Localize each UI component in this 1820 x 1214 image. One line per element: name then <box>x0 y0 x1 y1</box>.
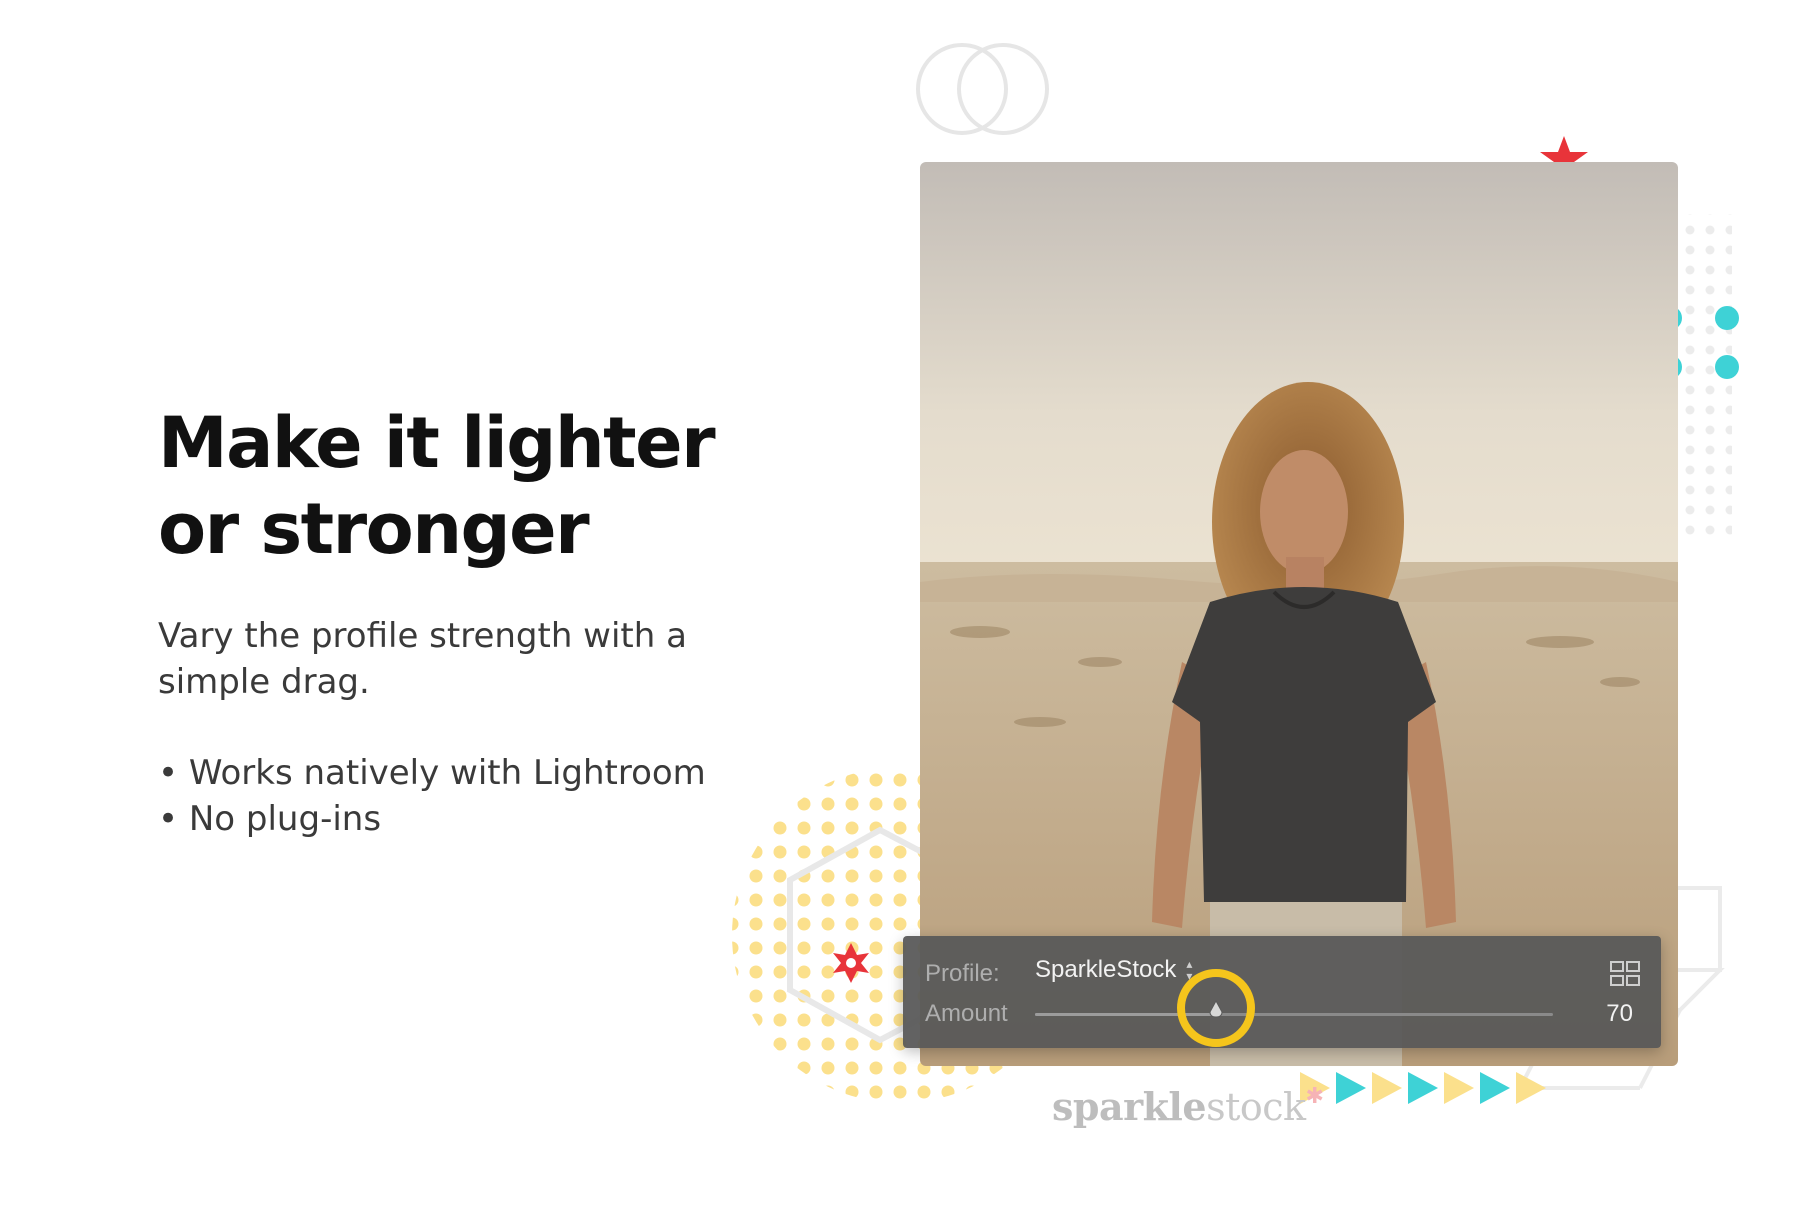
grid-view-icon[interactable] <box>1609 960 1641 988</box>
desert-portrait-image <box>920 162 1678 1066</box>
profile-dropdown[interactable]: SparkleStock ▴ ▾ <box>1035 956 1192 984</box>
preview-photo <box>920 162 1678 1066</box>
feature-list: • Works natively with Lightroom • No plu… <box>158 750 706 842</box>
profile-label: Profile: <box>925 960 1000 987</box>
feature-item: • No plug-ins <box>158 799 382 839</box>
subtitle: Vary the profile strength with a simple … <box>158 616 687 702</box>
brand-logo: sparklestock✱ <box>1052 1084 1324 1129</box>
headline-line-2: or stronger <box>158 488 590 570</box>
profile-panel: Profile: SparkleStock ▴ ▾ Amount 70 <box>903 936 1661 1048</box>
brand-bold: sparkle <box>1052 1084 1207 1129</box>
amount-label: Amount <box>925 1000 1008 1027</box>
profile-value: SparkleStock <box>1035 956 1177 983</box>
headline-line-1: Make it lighter <box>158 402 716 484</box>
brand-star-icon: ✱ <box>1305 1084 1324 1109</box>
triangle-row-decoration <box>1300 1072 1546 1104</box>
rings-decoration <box>916 43 1049 135</box>
amount-value: 70 <box>1606 1000 1633 1027</box>
feature-item: • Works natively with Lightroom <box>158 753 706 793</box>
grey-dot-column <box>1672 214 1732 544</box>
amount-slider[interactable] <box>1035 1013 1553 1016</box>
highlight-ring <box>1177 969 1256 1047</box>
headline: Make it lighter or stronger <box>158 400 716 572</box>
brand-regular: stock <box>1206 1085 1306 1129</box>
